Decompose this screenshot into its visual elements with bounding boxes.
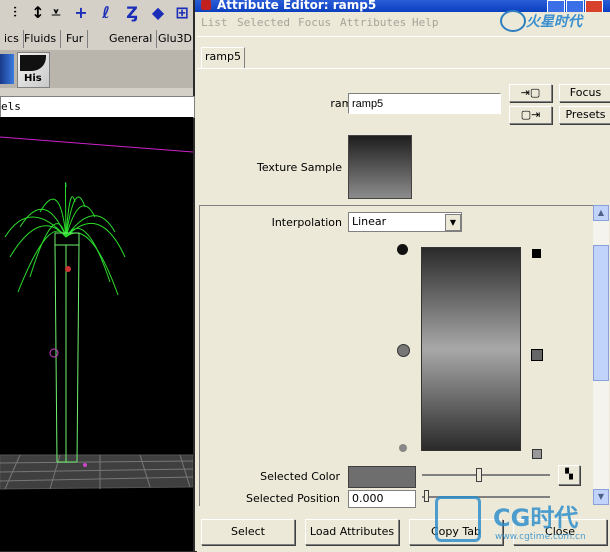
viewport-scene <box>0 136 193 490</box>
interpolation-label: Interpolation <box>271 216 342 229</box>
top-watermark-logo: 火星时代 <box>500 6 610 32</box>
pivot-marker-mid <box>49 348 59 358</box>
tool-shelf-row: ⫶ ↕ ⩡ + ℓ Ȥ ◆ ⊞ <box>0 0 193 28</box>
chevron-down-icon[interactable]: ▼ <box>445 214 461 231</box>
shelf-tab-glu3d[interactable]: Glu3D <box>154 30 196 48</box>
curve-icon[interactable]: Ȥ <box>121 2 143 24</box>
perspective-viewport[interactable] <box>0 117 193 551</box>
bottom-watermark-url: www.cgtime.com.cn <box>495 532 586 542</box>
ramp-attributes-panel: Interpolation Linear ▼ Selected Color ▚ … <box>199 205 593 508</box>
ramp-position-handle-mid[interactable] <box>397 344 410 357</box>
shelf-tabs: ics Fluids Fur General Glu3D <box>0 29 193 49</box>
pivot-marker-bottom <box>83 463 87 467</box>
node-tab-ramp5[interactable]: ramp5 <box>201 47 245 68</box>
scroll-up-icon[interactable]: ▲ <box>593 205 609 221</box>
input-connections-button[interactable]: ⇥▢ <box>509 84 552 102</box>
attribute-editor-window: Attribute Editor: ramp5 List Selected Fo… <box>195 0 610 552</box>
texture-sample-label: Texture Sample <box>256 161 342 174</box>
plus-icon[interactable]: + <box>70 2 92 24</box>
delete-entry-handle-bottom[interactable] <box>532 449 542 459</box>
ramp-position-handle-bottom[interactable] <box>399 444 407 452</box>
delete-entry-handle-top[interactable] <box>532 249 541 258</box>
delete-entry-handle-mid[interactable] <box>531 349 543 361</box>
panels-label: els <box>1 100 21 113</box>
selected-color-swatch[interactable] <box>348 466 416 488</box>
window-title: Attribute Editor: ramp5 <box>217 0 377 12</box>
selected-position-value: 0.000 <box>352 492 384 505</box>
watermark-cg-icon <box>435 496 481 542</box>
selected-color-label: Selected Color <box>260 470 340 483</box>
select-button[interactable]: Select <box>201 519 295 545</box>
interpolation-value: Linear <box>352 215 387 228</box>
editor-body: ramp5 ramp: ⇥▢ ▢⇥ Focus Presets Texture … <box>197 36 610 552</box>
shelf-tab-fluids[interactable]: Fluids <box>20 30 62 48</box>
bottom-watermark-text: CG时代 <box>493 504 579 532</box>
load-attributes-button[interactable]: Load Attributes <box>305 519 399 545</box>
pivot-marker-top <box>65 266 71 272</box>
export-arrow-icon: ▢⇥ <box>520 108 541 121</box>
texture-sample-swatch[interactable] <box>348 135 412 199</box>
maya-app-icon <box>201 0 211 10</box>
position-slider-thumb[interactable] <box>424 490 429 502</box>
menu-attributes[interactable]: Attributes <box>340 13 406 33</box>
move-tool-icon[interactable]: ⫶ <box>4 2 26 24</box>
vertical-scrollbar[interactable]: ▲ ▼ <box>593 205 609 505</box>
hair-curve-icon <box>20 55 46 71</box>
history-shelf-button[interactable]: His <box>17 52 50 88</box>
ramp-position-handle-top[interactable] <box>397 244 408 255</box>
tab-divider <box>197 68 610 69</box>
selected-position-label: Selected Position <box>245 492 340 505</box>
ramp-name-field[interactable] <box>348 93 501 114</box>
color-slider-thumb[interactable] <box>476 468 482 482</box>
bottom-watermark-logo: CG时代 www.cgtime.com.cn <box>435 492 610 548</box>
shelf-blue-icon[interactable] <box>0 54 14 84</box>
grid-horizon-line <box>0 136 193 153</box>
selected-position-field[interactable]: 0.000 <box>348 490 416 508</box>
ramp-gradient-preview[interactable] <box>421 247 521 451</box>
cube-icon[interactable]: ◆ <box>147 2 169 24</box>
color-slider-track[interactable] <box>422 474 550 476</box>
menu-arrow-icon[interactable]: ⩡ <box>45 2 67 24</box>
grid-icon[interactable]: ⊞ <box>171 2 193 24</box>
menu-selected[interactable]: Selected <box>237 13 290 33</box>
panel-menu-strip[interactable]: els <box>0 96 195 118</box>
interpolation-dropdown[interactable]: Linear ▼ <box>348 212 462 232</box>
menu-list[interactable]: List <box>201 13 228 33</box>
menu-help[interactable]: Help <box>412 13 439 33</box>
top-watermark-text: 火星时代 <box>526 14 582 30</box>
import-arrow-icon: ⇥▢ <box>520 86 541 99</box>
scroll-thumb[interactable] <box>593 245 609 381</box>
maya-workspace: ⫶ ↕ ⩡ + ℓ Ȥ ◆ ⊞ ics Fluids Fur General G… <box>0 0 195 551</box>
history-shelf-label: His <box>24 73 42 84</box>
shelf-tab-general[interactable]: General <box>105 30 158 48</box>
shelf-tab-fur[interactable]: Fur <box>62 30 89 48</box>
lasso-icon[interactable]: ℓ <box>95 2 117 24</box>
shelf-icons: His <box>0 50 193 88</box>
focus-button[interactable]: Focus <box>559 84 610 102</box>
ground-grid <box>0 454 193 490</box>
presets-button[interactable]: Presets <box>559 106 610 124</box>
menu-focus[interactable]: Focus <box>298 13 331 33</box>
particle-fountain <box>4 182 126 296</box>
output-connections-button[interactable]: ▢⇥ <box>509 106 552 124</box>
map-button[interactable]: ▚ <box>558 465 580 485</box>
checker-icon: ▚ <box>565 469 573 480</box>
watermark-swirl-icon <box>500 10 526 32</box>
